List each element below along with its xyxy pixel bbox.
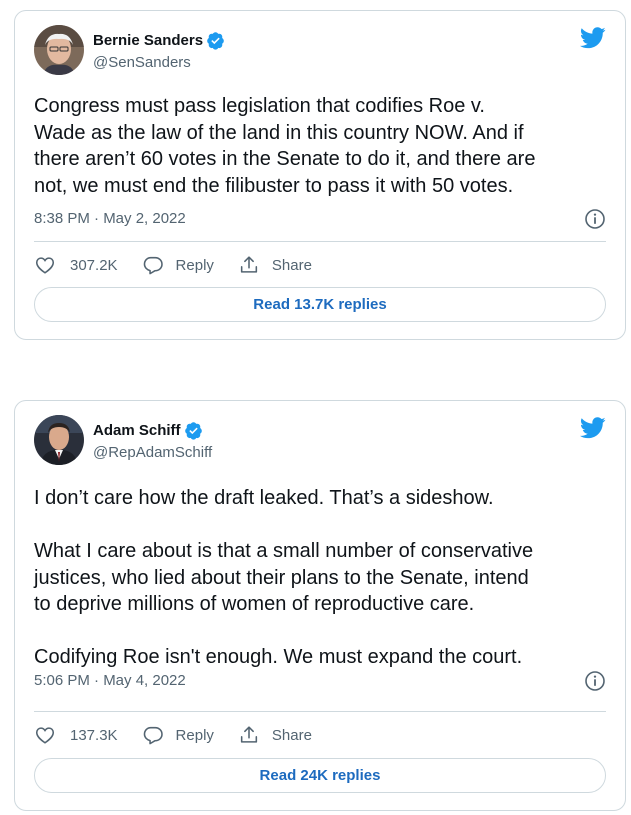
verified-badge-icon	[184, 421, 203, 440]
like-button[interactable]: 137.3K	[34, 724, 118, 746]
like-count: 137.3K	[70, 726, 118, 744]
verified-badge-icon	[206, 31, 225, 50]
heart-icon	[35, 727, 55, 744]
reply-bubble-icon	[143, 256, 163, 275]
read-replies-button[interactable]: Read 13.7K replies	[34, 287, 606, 322]
author-name[interactable]: Bernie Sanders	[93, 32, 203, 49]
avatar[interactable]	[34, 25, 84, 75]
divider	[34, 241, 606, 242]
twitter-bird-icon[interactable]	[580, 417, 606, 439]
twitter-bird-icon[interactable]	[580, 27, 606, 49]
share-label: Share	[271, 256, 312, 274]
share-button[interactable]: Share	[238, 254, 312, 276]
reply-button[interactable]: Reply	[142, 254, 214, 276]
avatar[interactable]	[34, 415, 84, 465]
reply-label: Reply	[175, 726, 214, 744]
heart-icon	[35, 257, 55, 274]
info-icon[interactable]	[584, 208, 606, 230]
share-icon	[240, 726, 258, 743]
reply-button[interactable]: Reply	[142, 724, 214, 746]
share-icon	[240, 256, 258, 273]
tweet-card[interactable]: Adam Schiff @RepAdamSchiff I don’t care …	[14, 400, 626, 811]
author-handle[interactable]: @RepAdamSchiff	[93, 444, 212, 461]
tweet-timestamp[interactable]: 8:38 PM · May 2, 2022	[34, 210, 186, 227]
tweet-timestamp[interactable]: 5:06 PM · May 4, 2022	[34, 672, 186, 689]
share-label: Share	[271, 726, 312, 744]
share-button[interactable]: Share	[238, 724, 312, 746]
tweet-card[interactable]: Bernie Sanders @SenSanders Congress must…	[14, 10, 626, 340]
author-name[interactable]: Adam Schiff	[93, 422, 181, 439]
reply-label: Reply	[175, 256, 214, 274]
reply-bubble-icon	[143, 726, 163, 745]
tweet-text: Congress must pass legislation that codi…	[34, 95, 536, 197]
divider	[34, 711, 606, 712]
info-icon[interactable]	[584, 670, 606, 692]
like-count: 307.2K	[70, 256, 118, 274]
read-replies-button[interactable]: Read 24K replies	[34, 758, 606, 793]
like-button[interactable]: 307.2K	[34, 254, 118, 276]
author-handle[interactable]: @SenSanders	[93, 54, 191, 71]
tweet-text: I don’t care how the draft leaked. That’…	[34, 487, 534, 668]
